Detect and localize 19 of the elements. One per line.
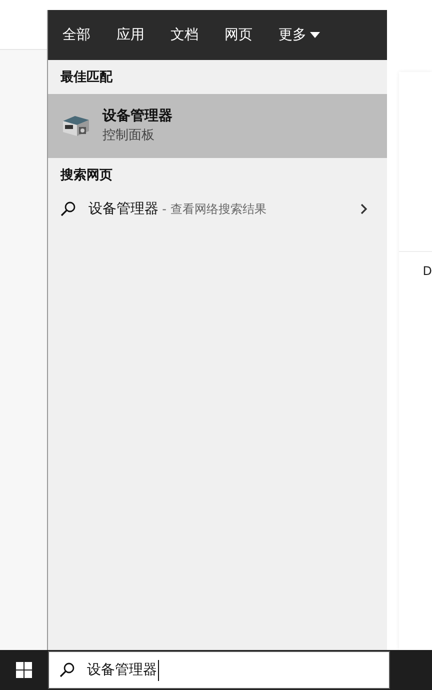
windows-icon [16,662,32,678]
filter-tab[interactable]: 文档 [170,24,198,46]
filter-tab[interactable]: 应用 [116,24,144,46]
result-subtitle: 控制面板 [102,126,156,144]
section-heading: 最佳匹配 [59,69,114,87]
search-icon [59,662,75,678]
taskbar-search-field[interactable]: 设备管理器 [48,651,390,689]
web-search-item[interactable]: 设备管理器 - 查看网络搜索结果 [48,191,387,227]
search-icon [60,201,76,217]
filter-tab[interactable]: 网页 [224,24,252,46]
chevron-right-icon [360,203,368,215]
web-search-text: 设备管理器 - 查看网络搜索结果 [88,200,266,218]
result-title: 设备管理器 [102,106,172,126]
filter-tab[interactable]: 全部 [62,24,90,46]
best-match-item[interactable]: 设备管理器 控制面板 [48,94,387,158]
search-query-text: 设备管理器 [87,660,159,680]
section-heading: 搜索网页 [59,166,114,184]
filter-tab[interactable]: 更多 [278,24,320,46]
background-text: D [422,263,432,278]
